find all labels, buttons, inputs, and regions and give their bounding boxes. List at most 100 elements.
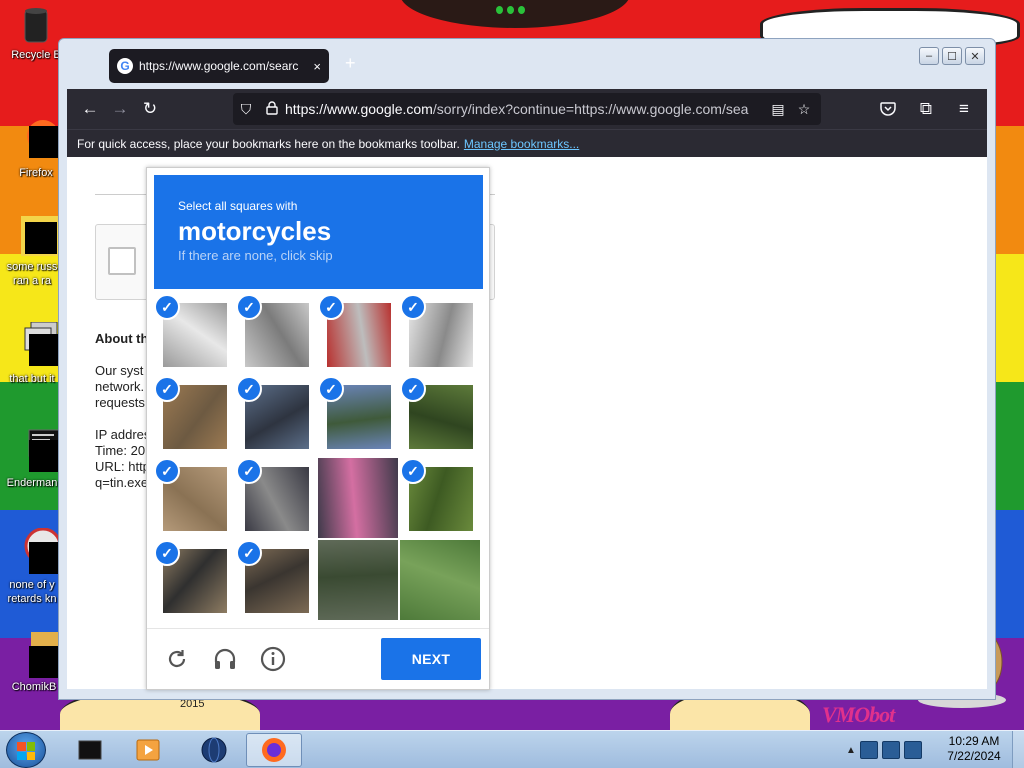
- reload-challenge-icon[interactable]: [163, 645, 191, 673]
- about-paragraph: Our syst network. requests: [95, 363, 145, 410]
- captcha-tile[interactable]: ✓: [236, 540, 318, 622]
- wallpaper-eyes: [496, 6, 526, 16]
- taskbar-app-media-player[interactable]: [120, 733, 176, 767]
- captcha-tile[interactable]: ✓: [236, 458, 318, 540]
- show-desktop-button[interactable]: [1012, 731, 1024, 768]
- tile-selected-check-icon: ✓: [154, 458, 180, 484]
- request-details: IP addres Time: 20 URL: http q=tin.exe: [95, 427, 151, 490]
- captcha-tile[interactable]: ✓: [154, 540, 236, 622]
- hamster-app-icon: [17, 632, 61, 678]
- url-host: https://www.google.com: [285, 101, 433, 117]
- recycle-bin-icon: [19, 6, 53, 43]
- challenge-hint: If there are none, click skip: [178, 248, 333, 263]
- challenge-instruction: Select all squares with: [178, 199, 298, 213]
- tile-selected-check-icon: ✓: [400, 294, 426, 320]
- google-favicon-icon: G: [117, 58, 133, 74]
- captcha-tile[interactable]: [318, 458, 400, 540]
- taskbar: ▲ 10:29 AM 7/22/2024: [0, 730, 1024, 768]
- bookmarks-hint: For quick access, place your bookmarks h…: [77, 136, 460, 151]
- reader-view-icon[interactable]: ▤: [765, 101, 791, 118]
- tile-selected-check-icon: ✓: [154, 376, 180, 402]
- captcha-tile[interactable]: ✓: [154, 376, 236, 458]
- shield-icon[interactable]: ⛉: [233, 101, 259, 118]
- maximize-button[interactable]: ☐: [942, 47, 962, 65]
- globe-icon: [201, 737, 227, 763]
- captcha-tile[interactable]: ✓: [236, 376, 318, 458]
- media-player-icon: [136, 739, 160, 761]
- system-tray: ▲: [842, 731, 938, 768]
- desktop-icon-retards-file[interactable]: none of y retards kn: [0, 527, 64, 606]
- tile-selected-check-icon: ✓: [236, 540, 262, 566]
- desktop-icon-window-file[interactable]: that but it: [0, 321, 64, 386]
- tray-network-icon[interactable]: [859, 741, 878, 759]
- extensions-icon[interactable]: ⧉: [911, 94, 941, 124]
- captcha-tile[interactable]: ✓: [400, 294, 482, 376]
- firefox-icon: [262, 738, 286, 762]
- tab-google-search[interactable]: G https://www.google.com/searc ×: [109, 49, 329, 83]
- tray-security-icon[interactable]: [903, 741, 922, 759]
- url-text[interactable]: https://www.google.com/sorry/index?conti…: [285, 101, 765, 117]
- bookmarks-toolbar: For quick access, place your bookmarks h…: [67, 129, 987, 157]
- windows-logo-icon: [17, 742, 35, 760]
- desktop-icon-label: Enderman: [6, 477, 58, 489]
- captcha-tile[interactable]: ✓: [400, 458, 482, 540]
- file-icon: [15, 214, 61, 256]
- toolbar-right: ⧉ ≡: [873, 94, 979, 124]
- reload-icon[interactable]: ↻: [135, 94, 165, 124]
- pocket-icon[interactable]: [873, 94, 903, 124]
- tile-selected-check-icon: ✓: [400, 458, 426, 484]
- desktop-icon-label: ChomikB: [11, 681, 57, 693]
- desktop-icon-label: that but it: [9, 373, 55, 385]
- tile-selected-check-icon: ✓: [400, 376, 426, 402]
- lock-icon[interactable]: [259, 100, 285, 118]
- captcha-tile[interactable]: ✓: [400, 376, 482, 458]
- tile-selected-check-icon: ✓: [154, 294, 180, 320]
- captcha-tile[interactable]: ✓: [154, 294, 236, 376]
- desktop-icon-label: none of y retards kn: [7, 579, 57, 605]
- taskbar-app-terminal[interactable]: [62, 733, 118, 767]
- captcha-tile[interactable]: ✓: [154, 458, 236, 540]
- url-path: /sorry/index?continue=https://www.google…: [432, 101, 749, 117]
- challenge-header: Select all squares with motorcycles If t…: [154, 175, 483, 289]
- tray-display-icon[interactable]: [881, 741, 900, 759]
- tab-close-icon[interactable]: ×: [313, 59, 321, 74]
- start-button[interactable]: [6, 732, 46, 768]
- desktop-icon-chomikbox[interactable]: ChomikB: [2, 632, 66, 694]
- back-icon[interactable]: ←: [75, 94, 105, 124]
- captcha-tile[interactable]: ✓: [236, 294, 318, 376]
- audio-challenge-icon[interactable]: [211, 645, 239, 673]
- captcha-tile[interactable]: [400, 540, 482, 622]
- captcha-tile[interactable]: [318, 540, 400, 622]
- captcha-tile[interactable]: ✓: [318, 294, 400, 376]
- window-icon: [15, 321, 61, 366]
- menu-icon[interactable]: ≡: [949, 94, 979, 124]
- minimize-button[interactable]: –: [919, 47, 939, 65]
- desktop-icon-russian-file[interactable]: some russ ran a ra: [0, 214, 64, 288]
- challenge-image-grid: ✓ ✓ ✓ ✓ ✓ ✓ ✓ ✓ ✓ ✓ ✓ ✓ ✓: [154, 294, 484, 624]
- forward-icon[interactable]: →: [105, 94, 135, 124]
- info-icon[interactable]: [259, 645, 287, 673]
- taskbar-app-firefox[interactable]: [246, 733, 302, 767]
- chrome-like-icon: [15, 527, 62, 574]
- desktop-icon-label: some russ ran a ra: [6, 261, 58, 287]
- captcha-tile[interactable]: ✓: [318, 376, 400, 458]
- navigation-toolbar: ← → ↻ ⛉ https://www.google.com/sorry/ind…: [67, 89, 987, 129]
- next-button[interactable]: NEXT: [381, 638, 481, 680]
- new-tab-button[interactable]: +: [345, 53, 356, 74]
- tile-selected-check-icon: ✓: [236, 376, 262, 402]
- tray-expand-icon[interactable]: ▲: [846, 745, 856, 756]
- captcha-tile-image: [400, 540, 480, 620]
- tile-selected-check-icon: ✓: [154, 540, 180, 566]
- address-bar[interactable]: ⛉ https://www.google.com/sorry/index?con…: [233, 93, 821, 125]
- clock[interactable]: 10:29 AM 7/22/2024: [940, 734, 1008, 764]
- tab-title: https://www.google.com/searc: [139, 59, 299, 73]
- recaptcha-checkbox[interactable]: [108, 247, 136, 275]
- captcha-tile-image: [318, 540, 398, 620]
- manage-bookmarks-link[interactable]: Manage bookmarks...: [464, 137, 579, 151]
- challenge-footer: NEXT: [147, 628, 489, 690]
- captcha-tile-image: [318, 458, 398, 538]
- taskbar-app-globe[interactable]: [186, 733, 242, 767]
- desktop-icon-enderman[interactable]: Enderman: [0, 428, 64, 490]
- close-window-button[interactable]: ✕: [965, 47, 985, 65]
- bookmark-star-icon[interactable]: ☆: [791, 101, 817, 118]
